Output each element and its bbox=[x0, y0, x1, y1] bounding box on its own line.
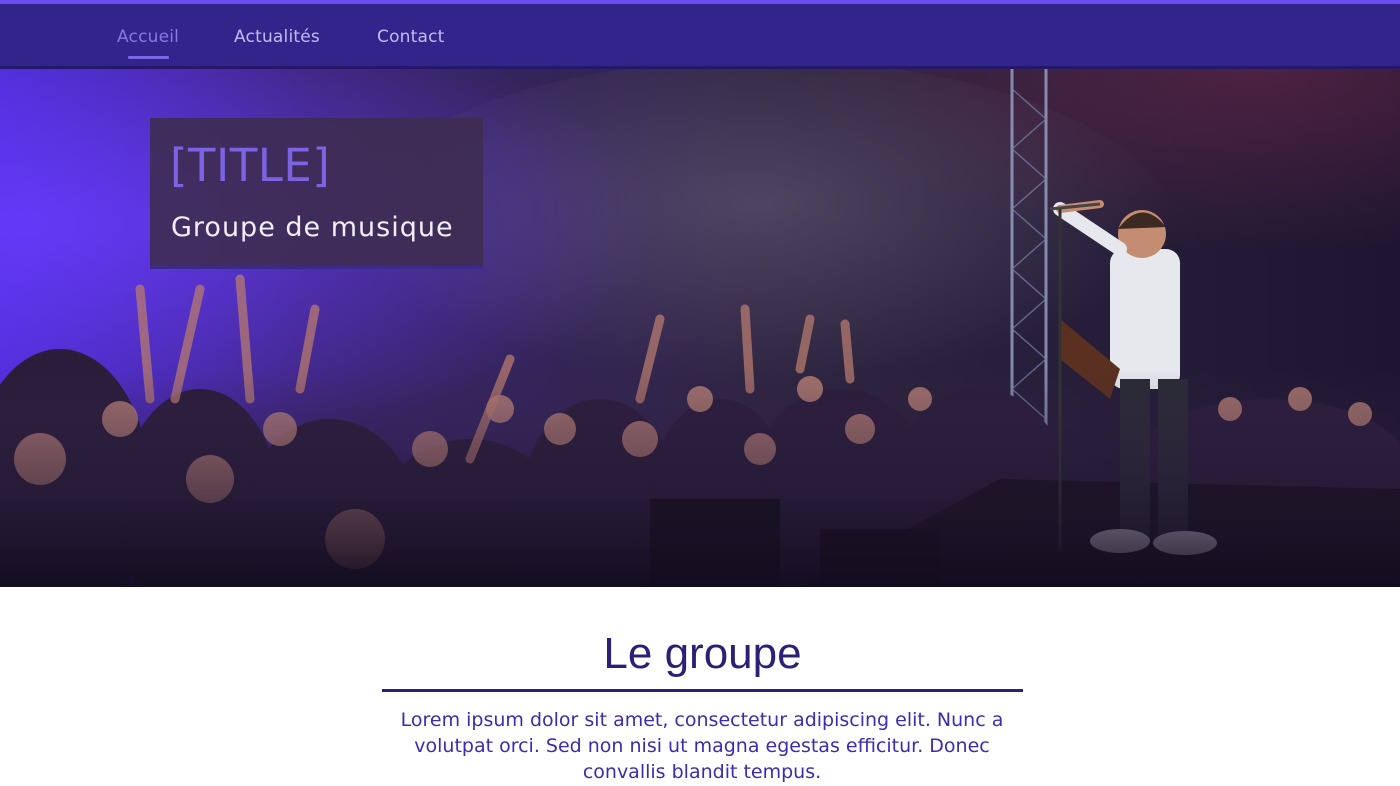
top-navigation-bar: Accueil Actualités Contact bbox=[0, 0, 1400, 69]
section-paragraph: Lorem ipsum dolor sit amet, consectetur … bbox=[400, 709, 1004, 783]
active-nav-indicator bbox=[128, 56, 169, 59]
site-title: [TITLE] bbox=[170, 139, 331, 192]
section-title: Le groupe bbox=[603, 629, 802, 678]
nav-item-accueil[interactable]: Accueil bbox=[117, 27, 179, 47]
main-nav: Accueil Actualités Contact bbox=[0, 8, 1400, 70]
site-subtitle: Groupe de musique bbox=[171, 212, 454, 243]
section-divider bbox=[382, 689, 1023, 692]
hero-banner: [TITLE] Groupe de musique bbox=[0, 69, 1400, 587]
nav-item-contact[interactable]: Contact bbox=[377, 27, 445, 47]
nav-item-actualites[interactable]: Actualités bbox=[234, 27, 320, 47]
hero-title-card: [TITLE] Groupe de musique bbox=[150, 118, 483, 269]
